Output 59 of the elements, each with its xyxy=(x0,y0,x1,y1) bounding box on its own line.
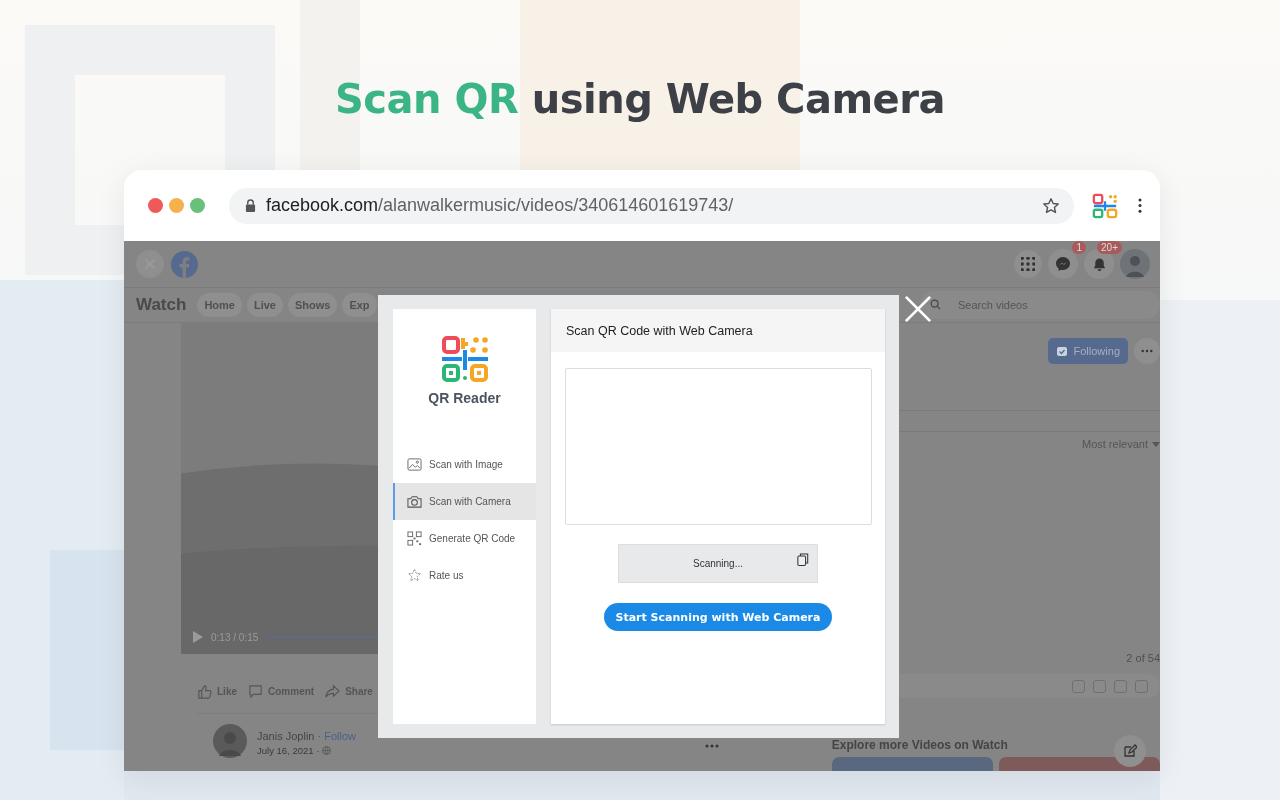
messenger-button[interactable] xyxy=(1048,249,1078,279)
speech-bubble-icon xyxy=(248,684,263,699)
image-icon xyxy=(407,457,422,472)
compose-icon[interactable] xyxy=(1114,735,1146,767)
minimize-window-button[interactable] xyxy=(169,198,184,213)
headline: Scan QR using Web Camera xyxy=(335,76,945,123)
caret-icon xyxy=(1152,441,1160,447)
play-icon[interactable] xyxy=(193,631,203,643)
comment-tool-icon[interactable] xyxy=(1135,679,1148,693)
notifications-button[interactable] xyxy=(1084,249,1114,279)
comment-tool-icon[interactable] xyxy=(1114,679,1127,693)
thumbs-up-icon xyxy=(197,684,212,699)
app-name: QR Reader xyxy=(428,390,501,406)
qr-code-icon xyxy=(407,531,422,546)
apps-grid-icon[interactable] xyxy=(1014,250,1042,278)
share-arrow-icon xyxy=(325,684,341,699)
address-bar[interactable]: facebook.com/alanwalkermusic/videos/340614601619743/ xyxy=(229,187,1074,224)
following-button[interactable]: Following xyxy=(1047,338,1128,364)
more-menu-icon[interactable] xyxy=(1138,198,1142,213)
watch-tab[interactable]: Live xyxy=(246,293,283,317)
sidebar-item[interactable]: Scan with Camera xyxy=(393,483,536,520)
author-name[interactable]: Janis Joplin xyxy=(257,730,315,742)
section-heading: Explore more Videos on Watch xyxy=(831,738,1009,752)
copy-icon[interactable] xyxy=(797,552,809,567)
checkmark-icon xyxy=(1055,345,1068,357)
video-card[interactable] xyxy=(998,757,1160,771)
comment-tool-icon[interactable] xyxy=(1093,679,1106,693)
url-text: facebook.com/alanwalkermusic/videos/340614601619743/ xyxy=(266,195,735,216)
close-window-button[interactable] xyxy=(148,198,163,213)
lock-icon xyxy=(245,199,256,212)
sidebar-item[interactable]: Scan with Image xyxy=(393,446,536,483)
notification-count: 20+ xyxy=(1097,241,1122,254)
bookmark-star-icon[interactable] xyxy=(1042,196,1060,215)
notification-count: 1 xyxy=(1072,241,1086,254)
maximize-window-button[interactable] xyxy=(190,198,205,213)
camera-icon xyxy=(407,494,422,509)
watch-tab[interactable]: Shows xyxy=(287,293,338,317)
watch-tab[interactable]: Home xyxy=(197,293,242,317)
comment-tool-icon[interactable] xyxy=(1072,679,1085,693)
watch-tab[interactable]: Exp xyxy=(342,293,377,317)
qr-extension-icon[interactable] xyxy=(1092,192,1118,219)
separator-dot: · xyxy=(317,730,322,742)
logo-icon[interactable] xyxy=(170,249,199,279)
post-date: July 16, 2021 · xyxy=(257,745,320,756)
watch-heading: Watch xyxy=(136,295,187,315)
bell-icon xyxy=(1091,256,1107,272)
avatar-icon[interactable] xyxy=(1120,249,1150,279)
start-scanning-button[interactable]: Start Scanning with Web Camera xyxy=(603,603,833,631)
chat-bubble-icon xyxy=(1055,256,1071,272)
close-icon[interactable] xyxy=(904,295,932,323)
status-text: Scanning... xyxy=(692,558,743,569)
panel-title: Scan QR Code with Web Camera xyxy=(551,309,885,352)
sidebar-item[interactable]: Rate us xyxy=(393,557,536,594)
qr-logo-icon xyxy=(441,336,488,382)
sidebar-item[interactable]: Generate QR Code xyxy=(393,520,536,557)
search-icon xyxy=(930,299,941,310)
star-icon xyxy=(407,568,422,583)
globe-icon xyxy=(322,746,332,755)
follow-link[interactable]: Follow xyxy=(324,730,356,742)
